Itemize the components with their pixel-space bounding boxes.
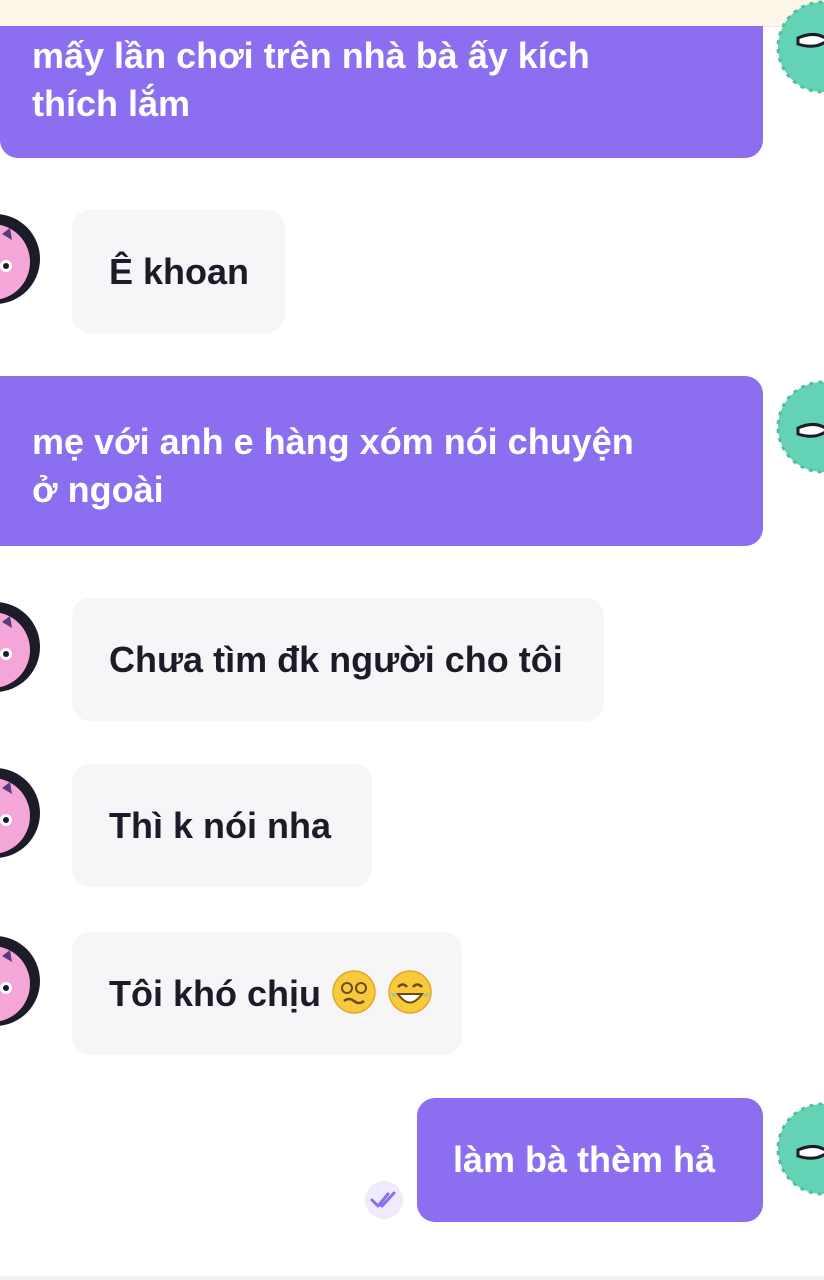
grinning-sweat-emoji [388, 970, 432, 1015]
pink-monster-avatar[interactable] [0, 934, 42, 1028]
green-monster-avatar[interactable] [776, 0, 824, 94]
green-monster-avatar[interactable] [776, 380, 824, 474]
message-bubble-sent[interactable]: làm bà thèm hả [417, 1098, 763, 1222]
pink-monster-avatar[interactable] [0, 766, 42, 860]
message-bubble-received[interactable]: Tôi khó chịu [72, 932, 462, 1055]
notification-banner[interactable] [0, 0, 824, 27]
woozy-face-emoji [332, 970, 376, 1015]
pink-monster-avatar[interactable] [0, 600, 42, 694]
message-bubble-sent[interactable]: mấy lần chơi trên nhà bà ấy kích thích l… [0, 26, 763, 158]
message-text-with-emoji: Tôi khó chịu [109, 970, 462, 1018]
message-text: Tôi khó chịu [109, 973, 321, 1014]
double-check-icon [365, 1181, 403, 1219]
green-monster-avatar[interactable] [776, 1102, 824, 1196]
pink-monster-avatar[interactable] [0, 212, 42, 306]
message-text: Thì k nói nha [109, 805, 331, 846]
message-bubble-received[interactable]: Ê khoan [72, 210, 285, 333]
message-text: Chưa tìm đk người cho tôi [109, 639, 563, 680]
message-text-line: ở ngoài [32, 469, 164, 510]
message-bubble-received[interactable]: Thì k nói nha [72, 764, 372, 887]
message-bubble-received[interactable]: Chưa tìm đk người cho tôi [72, 598, 604, 721]
message-text: làm bà thèm hả [453, 1139, 716, 1180]
message-text-line: thích lắm [32, 83, 191, 124]
chat-screen: mấy lần chơi trên nhà bà ấy kích thích l… [0, 0, 824, 1280]
message-text-line: mẹ với anh e hàng xóm nói chuyện [32, 421, 634, 462]
bottom-divider [0, 1276, 824, 1280]
message-text-line: mấy lần chơi trên nhà bà ấy kích [32, 35, 590, 76]
message-bubble-sent[interactable]: mẹ với anh e hàng xóm nói chuyện ở ngoài [0, 376, 763, 546]
message-text: Ê khoan [109, 251, 250, 292]
